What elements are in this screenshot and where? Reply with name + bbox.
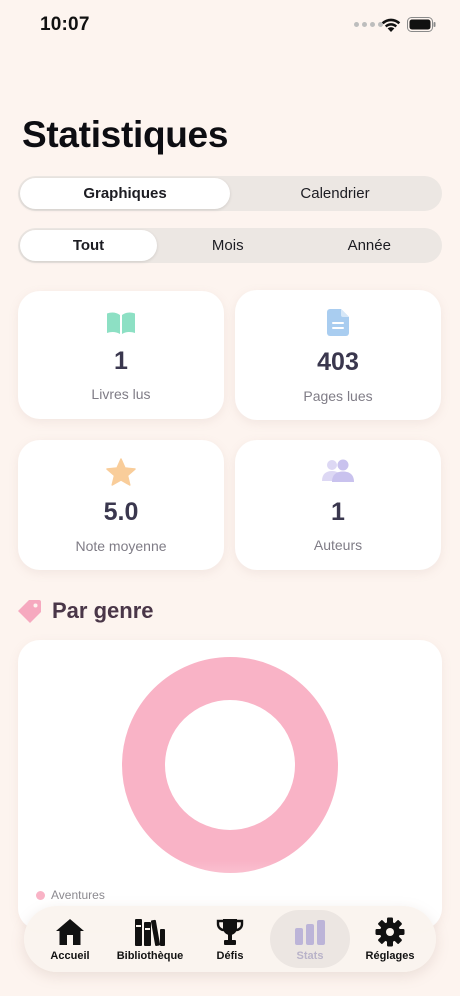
people-icon: [322, 459, 354, 482]
tab-label-reglages: Réglages: [365, 949, 415, 962]
tab-bibliotheque[interactable]: Bibliothèque: [110, 910, 190, 968]
donut-slice-aventures: [122, 657, 338, 873]
wifi-icon: [381, 18, 401, 32]
bar-chart-icon: [295, 919, 325, 945]
legend-label-aventures: Aventures: [51, 888, 105, 902]
chart-legend: Aventures: [36, 888, 105, 902]
status-time: 10:07: [40, 14, 90, 35]
genre-chart-card: Aventures: [18, 640, 442, 930]
stat-value-pages-read: 403: [317, 348, 359, 376]
tab-label-bibliotheque: Bibliothèque: [116, 949, 184, 962]
stat-label-books-read: Livres lus: [91, 386, 151, 402]
page-title: Statistiques: [22, 114, 229, 155]
stat-label-pages-read: Pages lues: [303, 388, 373, 404]
section-title: Par genre: [52, 598, 154, 623]
battery-icon: [407, 17, 436, 32]
books-icon: [135, 918, 165, 946]
gear-icon: [375, 917, 405, 946]
star-icon: [106, 458, 136, 486]
tab-defis[interactable]: Défis: [190, 910, 270, 968]
period-mois[interactable]: Mois: [157, 230, 299, 261]
stat-label-average-rating: Note moyenne: [75, 538, 167, 554]
tab-label-accueil: Accueil: [50, 949, 90, 962]
tab-bar: Accueil Bibliothèque Défis Stats Réglage…: [24, 906, 436, 972]
cellular-signal-icon: [354, 22, 383, 27]
tab-stats[interactable]: Stats: [270, 910, 350, 968]
legend-dot-aventures: [36, 890, 45, 900]
genre-section-header: Par genre: [18, 598, 154, 624]
period-segmented-control: Tout Mois Année: [18, 228, 442, 263]
period-annee[interactable]: Année: [299, 230, 441, 261]
stat-value-average-rating: 5.0: [103, 498, 139, 526]
stat-value-books-read: 1: [114, 347, 128, 375]
stat-card-books-read: 1 Livres lus: [18, 291, 224, 419]
document-icon: [327, 309, 349, 336]
house-icon: [56, 918, 84, 945]
statistics-screen: 10:07 Statistiques Graphiques Calendrier…: [0, 0, 460, 996]
tab-calendrier[interactable]: Calendrier: [230, 178, 440, 209]
stat-card-authors: 1 Auteurs: [235, 440, 441, 570]
tab-reglages[interactable]: Réglages: [350, 910, 430, 968]
stat-value-authors: 1: [331, 498, 345, 526]
period-tout[interactable]: Tout: [20, 230, 157, 261]
tab-label-stats: Stats: [296, 949, 324, 962]
tab-graphiques[interactable]: Graphiques: [20, 178, 230, 209]
tab-accueil[interactable]: Accueil: [30, 910, 110, 968]
stat-card-pages-read: 403 Pages lues: [235, 290, 441, 420]
trophy-icon: [216, 918, 244, 945]
stat-label-authors: Auteurs: [313, 537, 363, 553]
tag-icon: [18, 600, 41, 623]
open-book-icon: [107, 312, 135, 334]
stat-card-average-rating: 5.0 Note moyenne: [18, 440, 224, 570]
tab-label-defis: Défis: [216, 949, 244, 962]
status-bar: 10:07: [0, 0, 460, 54]
view-segmented-control: Graphiques Calendrier: [18, 176, 442, 211]
